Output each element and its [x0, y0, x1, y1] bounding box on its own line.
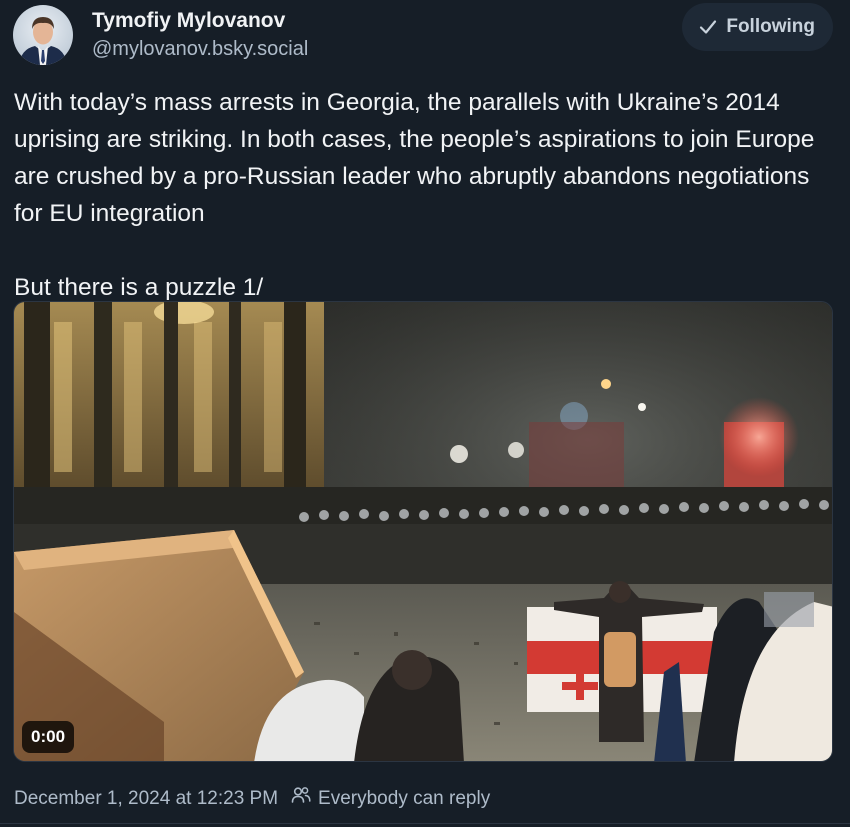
- video-player[interactable]: 0:00: [13, 301, 833, 762]
- post-timestamp[interactable]: December 1, 2024 at 12:23 PM: [14, 786, 278, 812]
- checkmark-icon: [698, 17, 718, 37]
- author-display-name[interactable]: Tymofiy Mylovanov: [92, 7, 308, 35]
- following-button[interactable]: Following: [682, 3, 833, 51]
- post-text: With today’s mass arrests in Georgia, th…: [14, 89, 815, 301]
- author-info[interactable]: Tymofiy Mylovanov @mylovanov.bsky.social: [92, 7, 308, 63]
- people-icon: [290, 784, 312, 814]
- video-frame: [14, 302, 832, 761]
- author-handle[interactable]: @mylovanov.bsky.social: [92, 35, 308, 63]
- video-timecode: 0:00: [22, 721, 75, 753]
- avatar-image: [13, 5, 73, 65]
- avatar[interactable]: [13, 5, 73, 65]
- reply-setting[interactable]: Everybody can reply: [290, 784, 490, 814]
- divider: [0, 823, 850, 824]
- post-card: Tymofiy Mylovanov @mylovanov.bsky.social…: [0, 0, 850, 827]
- post-header: Tymofiy Mylovanov @mylovanov.bsky.social…: [13, 3, 837, 67]
- post-meta: December 1, 2024 at 12:23 PM Everybody c…: [14, 784, 490, 814]
- reply-setting-label: Everybody can reply: [318, 788, 491, 809]
- following-button-label: Following: [726, 16, 815, 37]
